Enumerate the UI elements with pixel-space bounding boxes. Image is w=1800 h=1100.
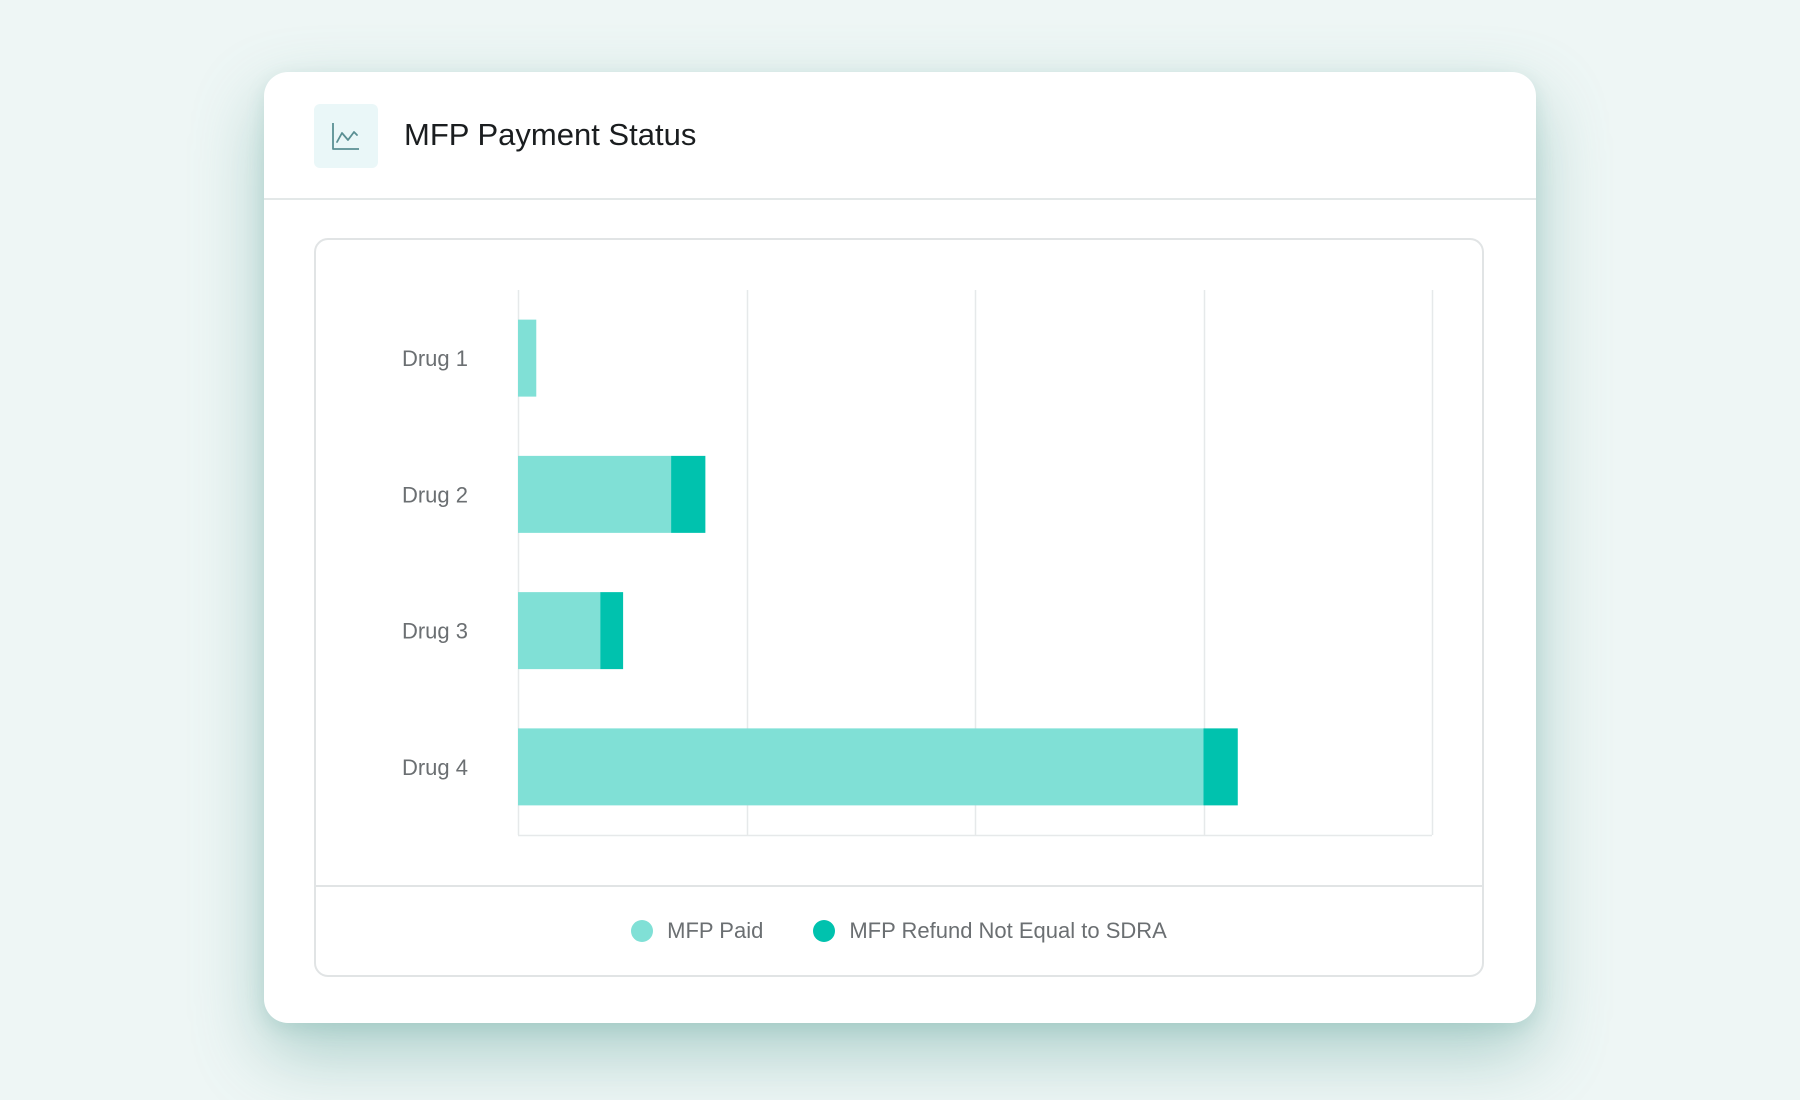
legend-swatch: [813, 920, 836, 942]
category-label: Drug 4: [402, 755, 468, 780]
bar-chart: Drug 1 Drug 2 Drug 3 Drug 4: [402, 290, 1434, 837]
bar-mfp-paid-drug-1: [518, 319, 537, 397]
bar-mfp-refund-drug-2: [671, 455, 706, 533]
card-title: MFP Payment Status: [404, 117, 697, 152]
bar-mfp-paid-drug-3: [518, 592, 601, 670]
legend-item: MFP Refund Not Equal to SDRA: [813, 918, 1167, 944]
legend-item: MFP Paid: [631, 918, 763, 944]
bar-mfp-paid-drug-2: [518, 455, 672, 533]
category-label: Drug 1: [402, 346, 468, 371]
legend-swatch: [631, 920, 654, 942]
bar-mfp-paid-drug-4: [518, 728, 1204, 806]
chart-legend: MFP Paid MFP Refund Not Equal to SDRA: [316, 887, 1482, 975]
line-chart-icon: [314, 104, 378, 168]
legend-bar: MFP Paid MFP Refund Not Equal to SDRA: [316, 885, 1482, 975]
chart-card: MFP Payment Status Drug 1 Drug 2 Drug 3 Dru…: [264, 72, 1536, 1023]
category-label: Drug 3: [402, 619, 468, 644]
bar-mfp-refund-drug-3: [600, 592, 624, 670]
legend-label: MFP Refund Not Equal to SDRA: [849, 918, 1167, 943]
chart-panel: Drug 1 Drug 2 Drug 3 Drug 4 MFP Paid MFP Ref…: [314, 238, 1484, 977]
category-label: Drug 2: [402, 482, 468, 507]
card-header: MFP Payment Status: [264, 72, 1536, 200]
legend-label: MFP Paid: [667, 918, 764, 943]
bar-mfp-refund-drug-4: [1203, 728, 1238, 806]
